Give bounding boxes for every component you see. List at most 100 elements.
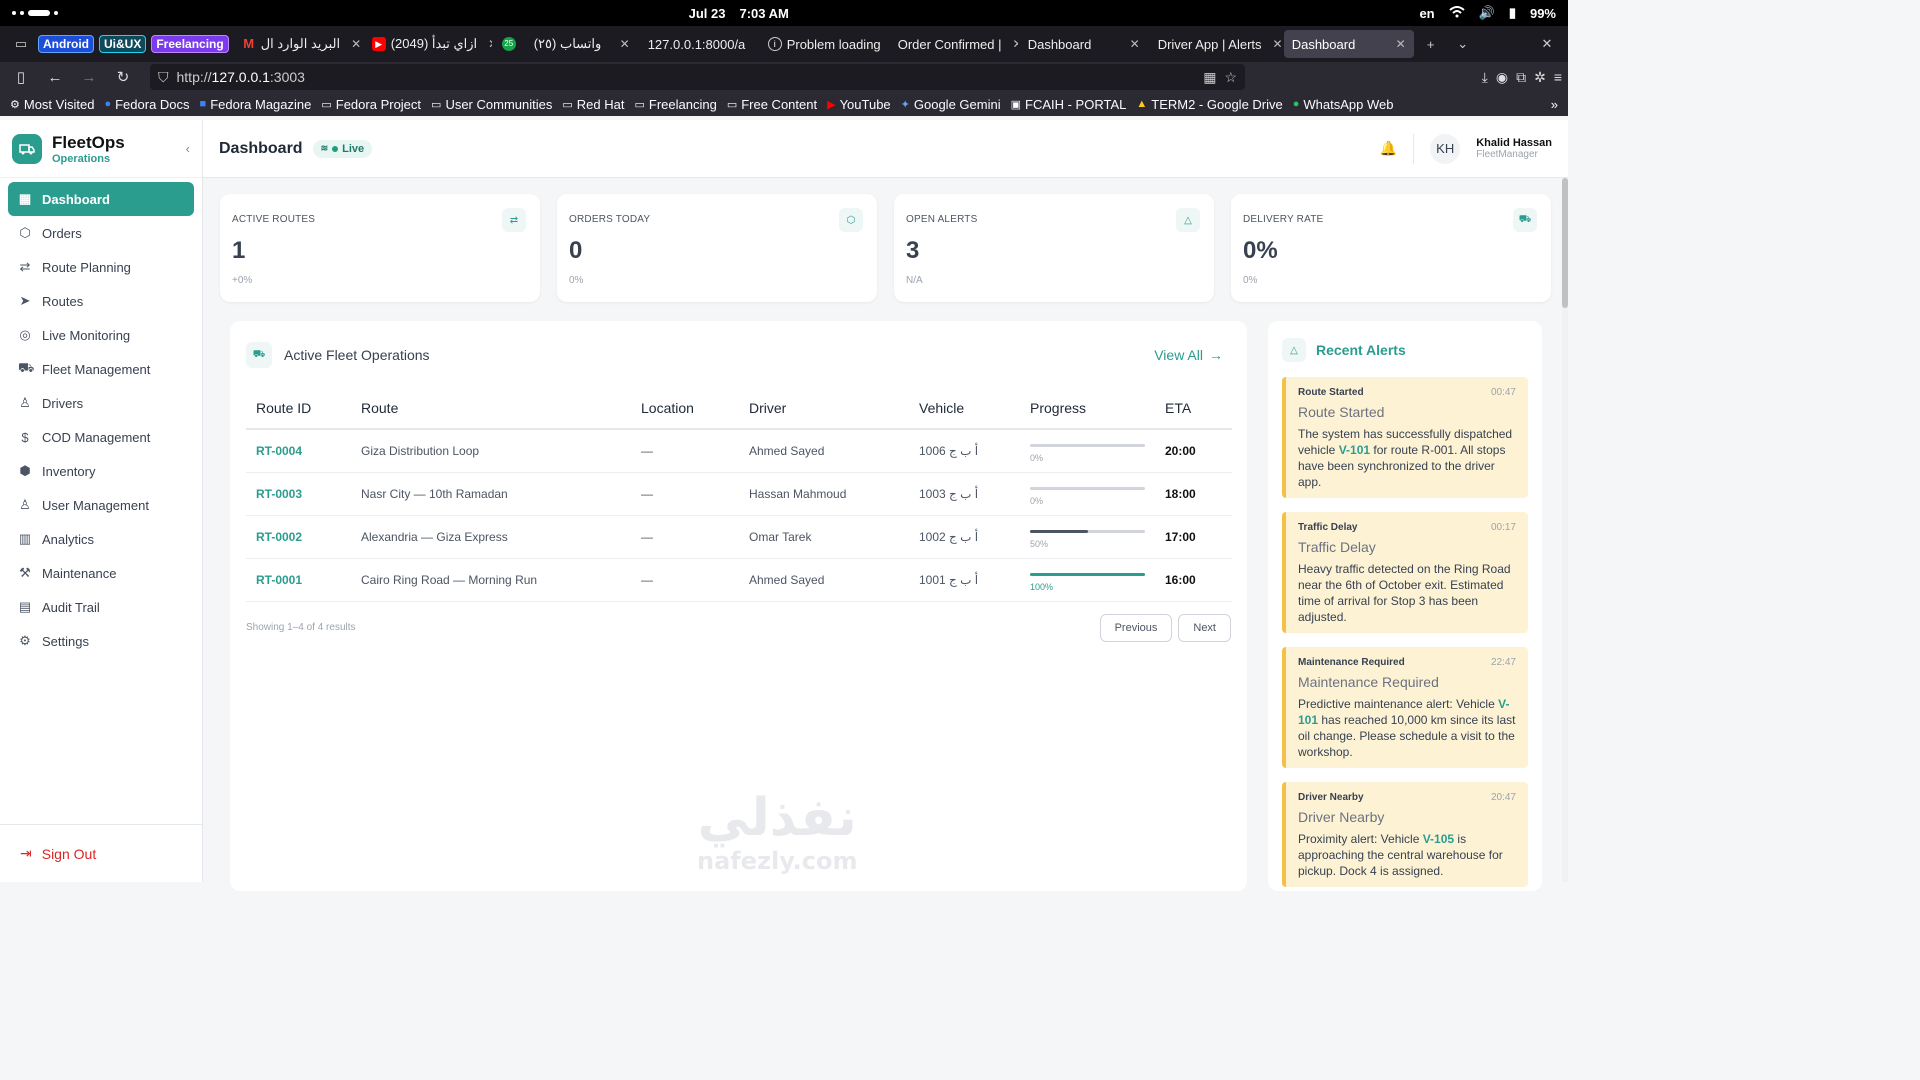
bookmark-fedora-project[interactable]: ▭ Fedora Project — [321, 97, 421, 112]
bell-icon[interactable]: 🔔 — [1380, 140, 1397, 157]
close-tab-icon[interactable]: ✕ — [345, 37, 361, 51]
scrollbar-thumb[interactable] — [1562, 178, 1568, 308]
bookmark-whatsapp-web[interactable]: ● WhatsApp Web — [1293, 97, 1394, 112]
new-tab-icon[interactable]: + — [1416, 37, 1446, 52]
tab-overview-icon[interactable]: ▭ — [6, 36, 36, 52]
reload-icon[interactable]: ↻ — [108, 68, 138, 86]
url-bar[interactable]: ⛉ http://127.0.0.1:3003 ▦ ☆ — [150, 64, 1245, 90]
sidebar-item-cod-management[interactable]: $ COD Management — [8, 420, 194, 454]
bookmark-fcaih-portal[interactable]: ▣ FCAIH - PORTAL — [1011, 97, 1127, 112]
bookmark-freelancing[interactable]: ▭ Freelancing — [634, 97, 716, 112]
sidebar-item-analytics[interactable]: ▥ Analytics — [8, 522, 194, 556]
bookmark-google-gemini[interactable]: ✦ Google Gemini — [901, 97, 1001, 112]
menu-icon[interactable]: ≡ — [1554, 69, 1562, 86]
close-tab-icon[interactable]: ✕ — [482, 37, 492, 51]
qr-code-icon[interactable]: ▦ — [1203, 69, 1216, 86]
table-row[interactable]: RT-0002 Alexandria — Giza Express — Omar Ta… — [246, 515, 1232, 559]
sidebar-item-route-planning[interactable]: ⇄ Route Planning — [8, 250, 194, 284]
sidebar-item-dashboard[interactable]: ▦ Dashboard — [8, 182, 194, 216]
bookmark-youtube[interactable]: ▶ YouTube — [827, 97, 891, 112]
sidebar-item-user-management[interactable]: ♙ User Management — [8, 488, 194, 522]
view-all-link[interactable]: View All → — [1154, 347, 1223, 363]
bookmark-red-hat[interactable]: ▭ Red Hat — [562, 97, 624, 112]
alert-card[interactable]: Maintenance Required 22:47 Maintenance Req… — [1282, 647, 1528, 768]
tab-localhost-8000[interactable]: 127.0.0.1:8000/a — [640, 30, 758, 58]
sidebar-item-inventory[interactable]: ⬢ Inventory — [8, 454, 194, 488]
vehicle-link[interactable]: V-105 — [1423, 832, 1454, 846]
bookmark-user-communities[interactable]: ▭ User Communities — [431, 97, 552, 112]
chevron-down-icon[interactable]: ⌄ — [1448, 36, 1478, 52]
sidebar-item-settings[interactable]: ⚙ Settings — [8, 624, 194, 658]
bookmark-star-icon[interactable]: ☆ — [1224, 69, 1237, 86]
volume-icon[interactable]: 🔊 — [1479, 5, 1495, 21]
tab-youtube[interactable]: ▶ (2049) ازاي تبدأ ✕ — [364, 30, 492, 58]
bookmark-free-content[interactable]: ▭ Free Content — [727, 97, 817, 112]
tab-group-freelancing[interactable]: Freelancing — [151, 35, 229, 53]
battery-icon[interactable]: ▮ — [1509, 5, 1516, 21]
avatar[interactable]: KH — [1430, 133, 1461, 164]
column-header[interactable]: ETA — [1155, 387, 1232, 430]
column-header[interactable]: Progress — [1020, 387, 1155, 430]
table-row[interactable]: RT-0001 Cairo Ring Road — Morning Run — Ahm… — [246, 558, 1232, 602]
sidebar-item-orders[interactable]: ⬡ Orders — [8, 216, 194, 250]
forward-icon[interactable]: → — [74, 69, 104, 86]
shield-icon[interactable]: ⛉ — [158, 69, 169, 86]
bookmark-term2-drive[interactable]: ▲ TERM2 - Google Drive — [1136, 97, 1282, 112]
sidebar-item-live-monitoring[interactable]: ◎ Live Monitoring — [8, 318, 194, 352]
sidebar-item-fleet-management[interactable]: ⛟ Fleet Management — [8, 352, 194, 386]
tab-problem-loading[interactable]: i Problem loading ✕ — [760, 30, 888, 58]
user-info[interactable]: Khalid Hassan FleetManager — [1476, 137, 1552, 160]
extension-icon[interactable]: ✲ — [1534, 69, 1546, 86]
sidebar-item-audit-trail[interactable]: ▤ Audit Trail — [8, 590, 194, 624]
close-tab-icon[interactable]: ✕ — [886, 37, 888, 51]
route-id-link[interactable]: RT-0001 — [246, 558, 351, 602]
sidebar-item-maintenance[interactable]: ⚒ Maintenance — [8, 556, 194, 590]
table-row[interactable]: RT-0003 Nasr City — 10th Ramadan — Hassan M… — [246, 472, 1232, 516]
close-tab-icon[interactable]: ✕ — [1124, 37, 1140, 51]
bookmark-most-visited[interactable]: ⚙ Most Visited — [10, 97, 94, 112]
sidebar-item-routes[interactable]: ➤ Routes — [8, 284, 194, 318]
more-bookmarks-icon[interactable]: » — [1551, 97, 1558, 112]
column-header[interactable]: Route — [351, 387, 631, 430]
account-icon[interactable]: ◉ — [1496, 69, 1508, 86]
tab-gmail[interactable]: M البريد الوارد ال ✕ — [234, 30, 362, 58]
workspace-indicator[interactable] — [12, 10, 58, 16]
bookmark-fedora-docs[interactable]: ● Fedora Docs — [104, 97, 189, 112]
close-tab-icon[interactable]: ✕ — [614, 37, 630, 51]
wifi-icon[interactable] — [1448, 5, 1465, 21]
alert-card[interactable]: Traffic Delay 00:17 Traffic Delay Heavy tra… — [1282, 512, 1528, 633]
previous-page-button[interactable]: Previous — [1099, 613, 1173, 642]
alert-card[interactable]: Driver Nearby 20:47 Driver Nearby Proximity… — [1282, 782, 1528, 887]
close-tab-icon[interactable]: ✕ — [1390, 37, 1406, 51]
close-window-icon[interactable]: ✕ — [1532, 36, 1562, 52]
collapse-sidebar-icon[interactable]: ‹ — [186, 141, 190, 156]
tab-group-uiux[interactable]: Ui&UX — [99, 35, 147, 53]
extensions-icon[interactable]: ⧉ — [1516, 69, 1526, 86]
close-tab-icon[interactable]: ✕ — [1267, 37, 1282, 51]
next-page-button[interactable]: Next — [1178, 613, 1231, 642]
route-id-link[interactable]: RT-0004 — [246, 429, 351, 473]
tab-dashboard-active[interactable]: Dashboard ✕ — [1283, 30, 1414, 58]
column-header[interactable]: Vehicle — [909, 387, 1020, 430]
download-icon[interactable]: ⤓ — [1482, 69, 1488, 86]
close-tab-icon[interactable]: ✕ — [1007, 37, 1018, 51]
vehicle-link[interactable]: V-101 — [1339, 443, 1370, 457]
tab-driver-app[interactable]: Driver App | Alerts ✕ — [1150, 30, 1282, 58]
tab-dashboard[interactable]: Dashboard ✕ — [1020, 30, 1148, 58]
sidebar-toggle-icon[interactable]: ▯ — [6, 68, 36, 86]
scrollbar[interactable] — [1562, 178, 1568, 882]
alert-card[interactable]: Route Started 00:47 Route Started The syste… — [1282, 377, 1528, 498]
sidebar-item-drivers[interactable]: ♙ Drivers — [8, 386, 194, 420]
os-clock[interactable]: Jul 23 7:03 AM — [689, 6, 789, 21]
tab-group-android[interactable]: Android — [38, 35, 94, 53]
tab-whatsapp[interactable]: (٢٥) واتساب ✕ — [526, 30, 638, 58]
tab-order-confirmed[interactable]: Order Confirmed | ✕ — [890, 30, 1018, 58]
sign-out-button[interactable]: ⇥ Sign Out — [0, 824, 202, 882]
column-header[interactable]: Route ID — [246, 387, 351, 430]
column-header[interactable]: Location — [631, 387, 739, 430]
table-row[interactable]: RT-0004 Giza Distribution Loop — Ahmed Saye… — [246, 429, 1232, 473]
back-icon[interactable]: ← — [40, 69, 70, 86]
column-header[interactable]: Driver — [739, 387, 909, 430]
bookmark-fedora-magazine[interactable]: ■ Fedora Magazine — [200, 97, 312, 112]
route-id-link[interactable]: RT-0002 — [246, 515, 351, 559]
